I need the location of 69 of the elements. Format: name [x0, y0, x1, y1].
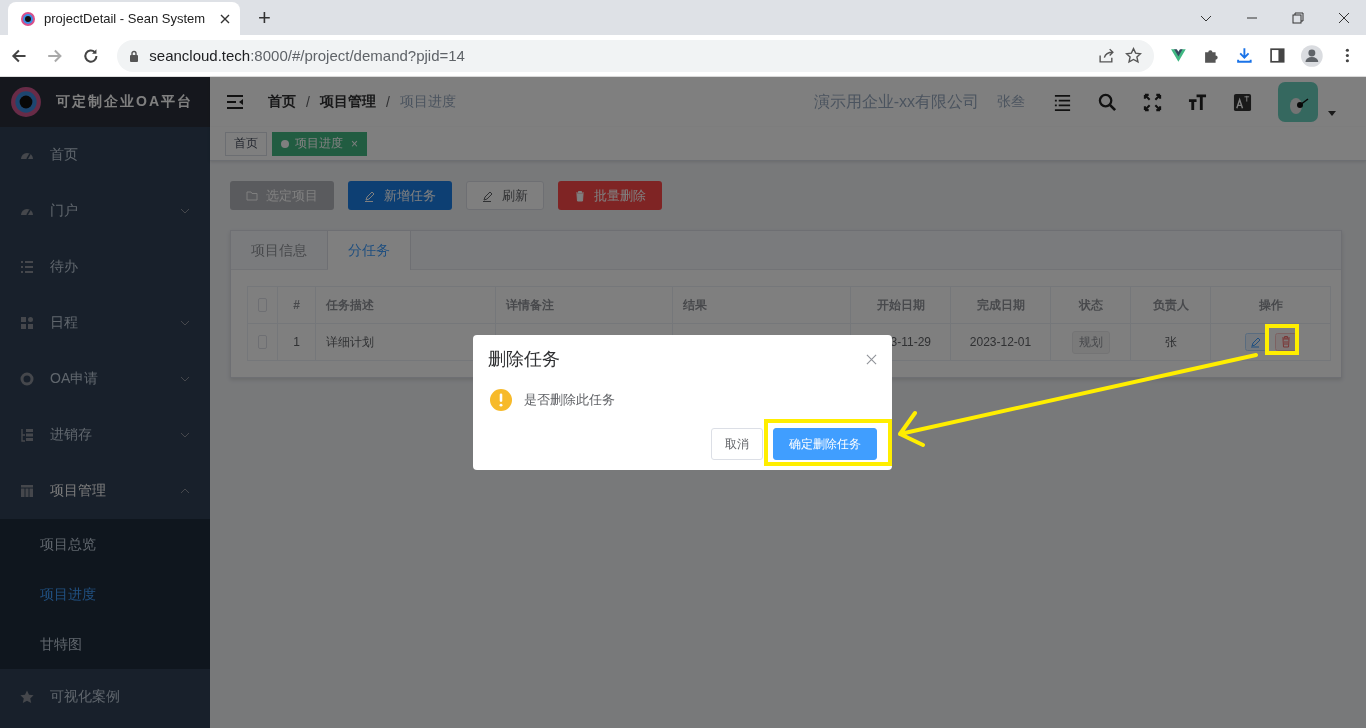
menu-item[interactable]: 待办 [0, 239, 210, 295]
table-cell: 2023-12-01 [951, 324, 1051, 360]
action-button[interactable]: 新增任务 [348, 181, 452, 210]
list-icon[interactable] [1053, 92, 1072, 112]
action-button[interactable]: 批量删除 [558, 181, 662, 210]
avatar[interactable] [1278, 82, 1318, 122]
font-size-icon[interactable] [1188, 92, 1207, 112]
lifebuoy-icon [20, 372, 34, 386]
action-button[interactable]: 刷新 [466, 181, 544, 210]
close-icon[interactable] [1338, 11, 1350, 24]
submenu-item[interactable]: 甘特图 [0, 619, 210, 669]
lock-icon [129, 49, 140, 62]
page-tag[interactable]: 项目进度 × [272, 131, 367, 156]
page-tag[interactable]: 首页 [225, 131, 267, 156]
app-logo-icon [10, 86, 42, 118]
table-cell: 1 [278, 324, 316, 360]
breadcrumb-link[interactable]: 首页 [268, 93, 296, 111]
brand-title: 可定制企业OA平台 [56, 93, 193, 111]
delete-button[interactable] [1274, 333, 1297, 351]
browser-tab[interactable]: projectDetail - Sean System [8, 2, 240, 35]
grid-icon [20, 316, 34, 330]
list-icon [20, 260, 34, 274]
menu-item[interactable]: 首页 [0, 127, 210, 183]
search-icon[interactable] [1098, 92, 1117, 112]
submenu-item[interactable]: 项目总览 [0, 519, 210, 569]
trash-icon [574, 189, 586, 202]
menu-icon[interactable] [226, 95, 244, 109]
menu-item[interactable]: 项目管理 [0, 463, 210, 519]
new-tab-button[interactable]: + [258, 5, 271, 31]
puzzle-icon[interactable] [1203, 47, 1220, 64]
tab-title: projectDetail - Sean System [44, 11, 207, 26]
share-icon[interactable] [1098, 47, 1116, 64]
edit-button[interactable] [1244, 333, 1267, 351]
menu-item[interactable]: 门户 [0, 183, 210, 239]
close-icon[interactable] [220, 13, 230, 24]
column-header: # [278, 287, 316, 323]
menu-item[interactable]: 日程 [0, 295, 210, 351]
folder-icon [246, 189, 258, 202]
side-panel-icon[interactable] [1268, 47, 1286, 64]
url-text: seancloud.tech:8000/#/project/demand?pjid=14 [149, 47, 465, 64]
address-bar[interactable]: seancloud.tech:8000/#/project/demand?pjid=14 [117, 39, 1155, 72]
tree-icon [20, 428, 34, 442]
menu-item[interactable]: 进销存 [0, 407, 210, 463]
download-icon[interactable] [1235, 47, 1253, 64]
caret-icon[interactable] [1328, 110, 1336, 116]
star-icon [20, 690, 34, 704]
menu-item[interactable]: 可视化案例 [0, 669, 210, 725]
table-cell: 张 [1131, 324, 1211, 360]
pencil-icon [482, 189, 494, 202]
star-icon[interactable] [1125, 47, 1143, 64]
app-logo-icon [20, 10, 36, 27]
menu-item[interactable]: OA申请 [0, 351, 210, 407]
vue-logo-icon[interactable] [1170, 47, 1188, 64]
pencil-icon [364, 189, 376, 202]
restore-icon[interactable] [1292, 11, 1304, 24]
confirm-button[interactable]: 确定删除任务 [773, 428, 877, 460]
breadcrumb-separator: / [306, 94, 310, 110]
breadcrumb-link[interactable]: 项目管理 [319, 93, 376, 111]
translate-icon[interactable] [1233, 92, 1252, 112]
breadcrumb-separator: / [385, 94, 390, 110]
dialog-message: 是否删除此任务 [524, 391, 615, 409]
cancel-button[interactable]: 取消 [711, 428, 763, 460]
table-icon [20, 484, 34, 498]
warning-icon [490, 389, 512, 411]
submenu-item[interactable]: 项目进度 [0, 569, 210, 619]
tab[interactable]: 分任务 [328, 231, 411, 270]
profile-icon[interactable] [1301, 44, 1324, 67]
fullscreen-icon[interactable] [1143, 92, 1162, 112]
highlight-frame [1265, 324, 1299, 355]
